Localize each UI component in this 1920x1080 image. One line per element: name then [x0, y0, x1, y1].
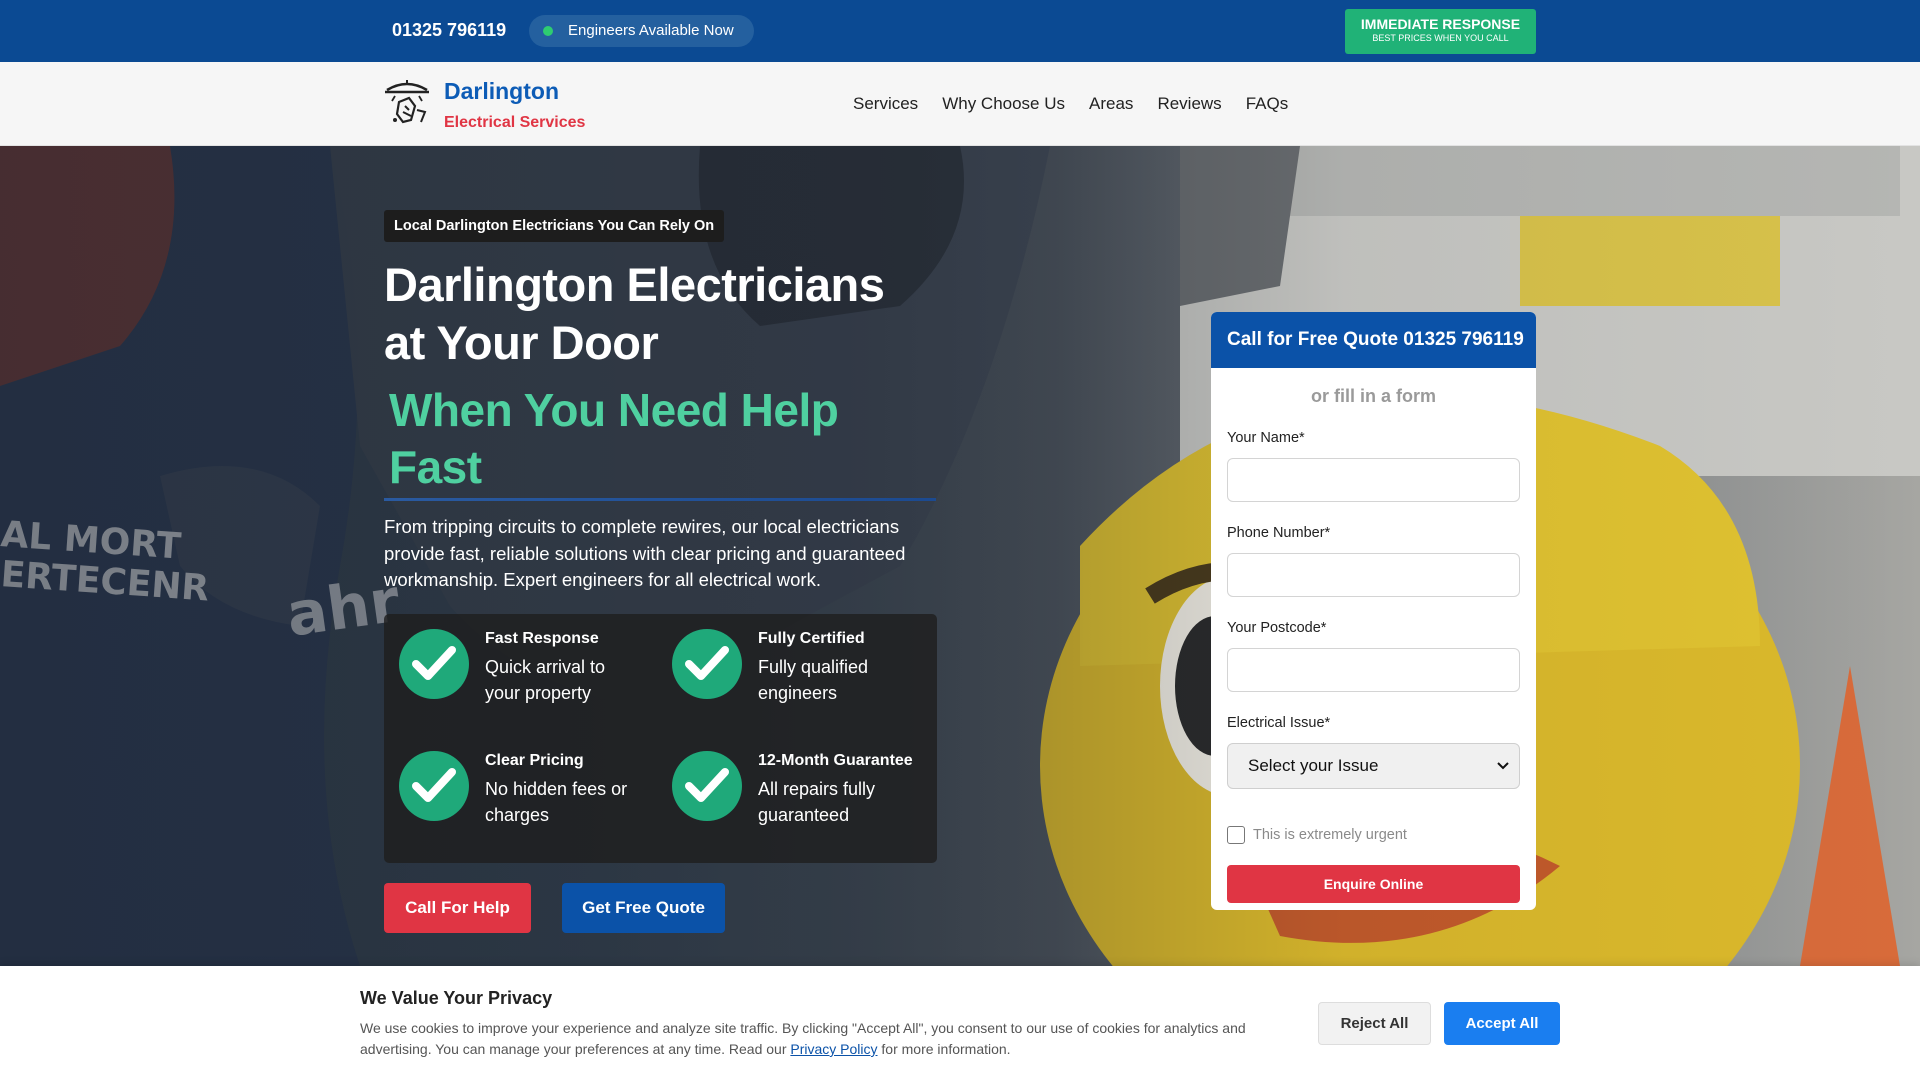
feature-description: All repairs fully guaranteed	[758, 779, 876, 825]
call-for-help-button[interactable]: Call For Help	[384, 883, 531, 933]
main-nav: Services Why Choose Us Areas Reviews FAQ…	[853, 94, 1288, 114]
availability-text: Engineers Available Now	[568, 22, 734, 39]
nav-reviews[interactable]: Reviews	[1157, 94, 1221, 114]
privacy-policy-link[interactable]: Privacy Policy	[790, 1041, 877, 1057]
feature-description: Fully qualified engineers	[758, 657, 869, 703]
immediate-response-button[interactable]: IMMEDIATE RESPONSE BEST PRICES WHEN YOU …	[1345, 9, 1536, 54]
nav-services[interactable]: Services	[853, 94, 918, 114]
hero-title-line1: Darlington Electricians	[384, 258, 885, 311]
feature-title: Fast Response	[485, 630, 599, 647]
feature-title: 12-Month Guarantee	[758, 752, 913, 769]
phone-label: Phone Number*	[1227, 525, 1331, 541]
nav-why-choose-us[interactable]: Why Choose Us	[942, 94, 1065, 114]
feature-title: Clear Pricing	[485, 752, 584, 769]
feature-description: No hidden fees or charges	[485, 779, 628, 825]
issue-select-value: Select your Issue	[1248, 756, 1379, 775]
nav-faqs[interactable]: FAQs	[1246, 94, 1289, 114]
form-subheading: or fill in a form	[1310, 386, 1436, 406]
immediate-response-subtitle: BEST PRICES WHEN YOU CALL	[1372, 33, 1509, 43]
cookie-banner: We Value Your Privacy We use cookies to …	[0, 966, 1920, 1080]
brand-name[interactable]: Darlington	[444, 78, 559, 105]
chevron-down-icon	[1497, 762, 1509, 770]
issue-select[interactable]: Select your Issue	[1227, 743, 1520, 789]
phone-input[interactable]	[1227, 553, 1520, 597]
name-label: Your Name*	[1227, 430, 1305, 446]
checkmark-icon	[399, 629, 469, 699]
cookie-text: We use cookies to improve your experienc…	[360, 1018, 1260, 1060]
hero-tagline: Local Darlington Electricians You Can Re…	[384, 210, 725, 242]
reject-all-button[interactable]: Reject All	[1318, 1002, 1431, 1045]
hero-subtitle-line1: When You Need Help	[389, 384, 839, 436]
top-phone-number[interactable]: 01325 796119	[392, 20, 506, 41]
form-heading[interactable]: Call for Free Quote 01325 796119	[1211, 312, 1536, 368]
accept-all-button[interactable]: Accept All	[1444, 1002, 1560, 1045]
hero-overlay	[0, 146, 1920, 966]
cookie-title: We Value Your Privacy	[360, 988, 553, 1008]
checkmark-icon	[399, 751, 469, 821]
checkmark-icon	[672, 629, 742, 699]
cookie-text-after: for more information.	[877, 1041, 1011, 1057]
get-free-quote-button[interactable]: Get Free Quote	[562, 883, 725, 933]
urgent-label[interactable]: This is extremely urgent	[1253, 827, 1407, 843]
feature-title: Fully Certified	[758, 630, 865, 647]
brand-tagline[interactable]: Electrical Services	[444, 114, 585, 132]
checkmark-icon	[672, 751, 742, 821]
hero-section: AL MORT ERTECENR ahr Local Darlington El…	[0, 146, 1920, 966]
immediate-response-title: IMMEDIATE RESPONSE	[1360, 16, 1521, 32]
availability-badge: Engineers Available Now	[529, 15, 754, 47]
postcode-label: Your Postcode*	[1227, 620, 1327, 636]
status-dot-icon	[543, 26, 553, 36]
postcode-input[interactable]	[1227, 648, 1520, 692]
hero-description: From tripping circuits to complete rewir…	[384, 516, 906, 590]
electrician-logo-icon[interactable]	[381, 76, 433, 128]
quote-form: Call for Free Quote 01325 796119 or fill…	[1211, 312, 1536, 910]
features-panel: Fast Response Quick arrival to your prop…	[384, 614, 937, 863]
hero-subtitle: When You Need Help Fast	[389, 382, 909, 496]
urgent-checkbox[interactable]	[1227, 826, 1245, 844]
issue-label: Electrical Issue*	[1227, 715, 1331, 731]
hero-title: Darlington Electricians at Your Door	[384, 256, 944, 372]
feature-description: Quick arrival to your property	[485, 657, 606, 703]
top-bar: 01325 796119 Engineers Available Now IMM…	[0, 0, 1920, 62]
name-input[interactable]	[1227, 458, 1520, 502]
site-header: Darlington Electrical Services Services …	[0, 62, 1920, 146]
nav-areas[interactable]: Areas	[1089, 94, 1133, 114]
hero-subtitle-line2: Fast	[389, 441, 482, 493]
hero-divider	[384, 498, 936, 501]
hero-title-line2: at Your Door	[384, 316, 659, 369]
enquire-online-button[interactable]: Enquire Online	[1227, 865, 1520, 903]
